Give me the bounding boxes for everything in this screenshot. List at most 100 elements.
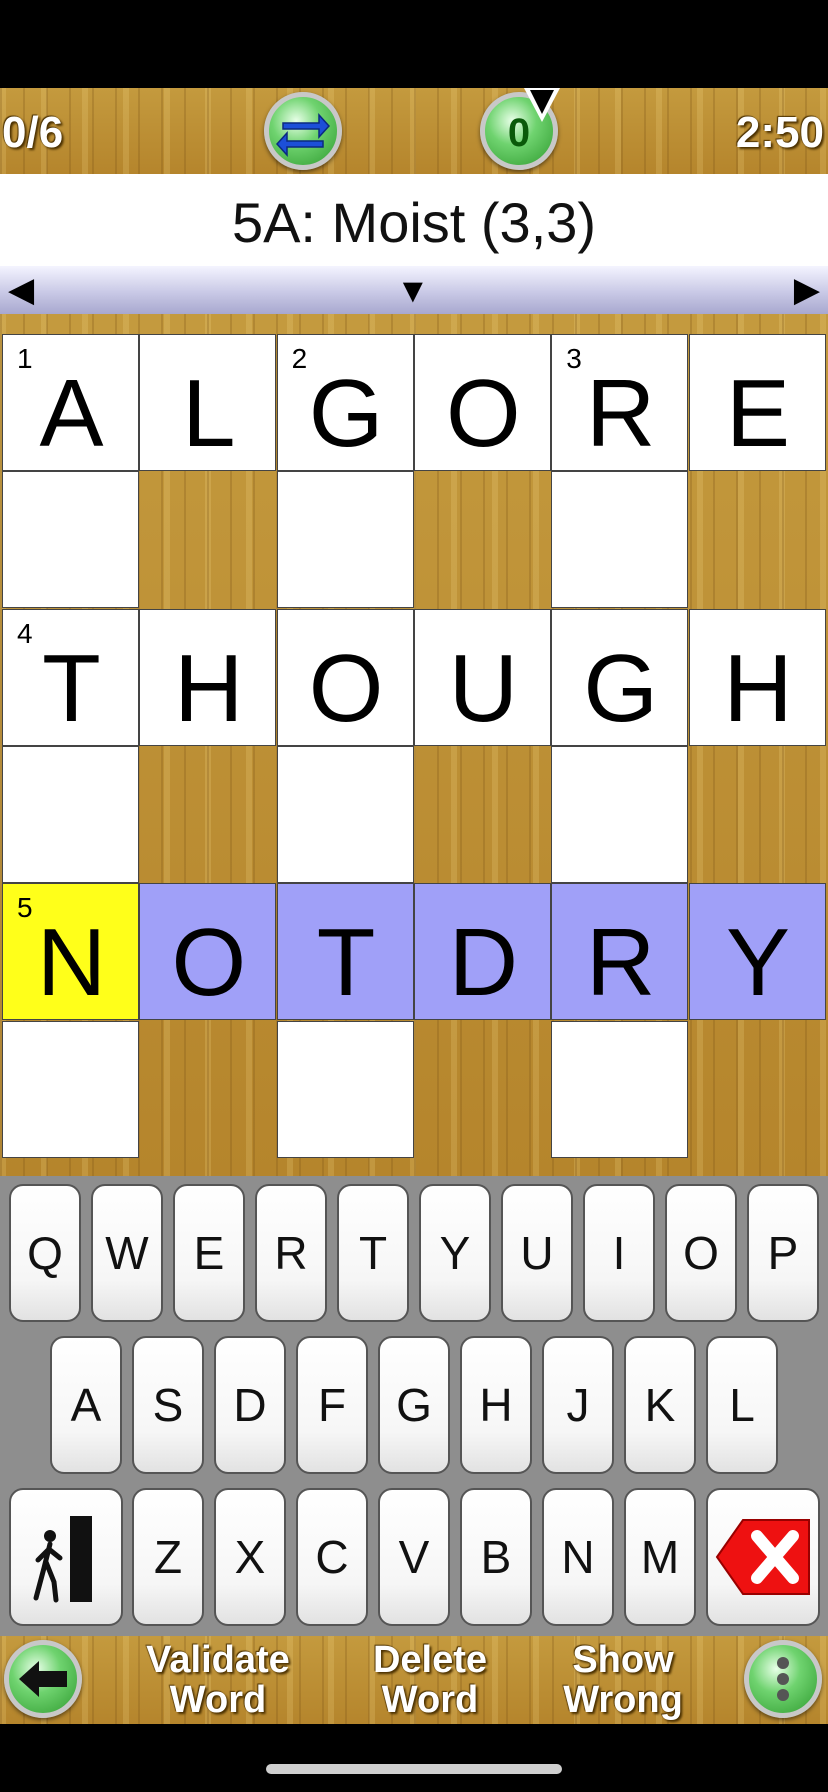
key-g[interactable]: G [378, 1336, 450, 1474]
key-l[interactable]: L [706, 1336, 778, 1474]
key-w[interactable]: W [91, 1184, 163, 1322]
previous-clue-icon[interactable]: ◀ [8, 273, 34, 307]
cell-letter: Y [725, 909, 791, 1017]
key-s[interactable]: S [132, 1336, 204, 1474]
next-clue-icon[interactable]: ▶ [794, 273, 820, 307]
key-h[interactable]: H [460, 1336, 532, 1474]
cell-letter: H [174, 634, 244, 742]
crossword-board: 1AL2GO3RE4THOUGH5NOTDRY [0, 314, 828, 1176]
grid-cell[interactable]: O [139, 883, 277, 1021]
grid-cell[interactable]: O [413, 334, 551, 471]
score-counter: 0/6 [2, 108, 64, 157]
grid-cell[interactable] [2, 1020, 139, 1158]
cell-letter: T [42, 634, 101, 742]
cell-letter: H [723, 634, 793, 742]
exit-button[interactable] [9, 1488, 123, 1626]
hint-pointer-inner [530, 90, 554, 114]
timer: 2:50 [735, 108, 824, 157]
key-m[interactable]: M [624, 1488, 696, 1626]
key-r[interactable]: R [255, 1184, 327, 1322]
cell-letter: R [586, 909, 656, 1017]
menu-button[interactable] [744, 1640, 822, 1718]
show-wrong-line2: Wrong [563, 1679, 683, 1721]
clue-text: 5A: Moist (3,3) [231, 191, 597, 254]
key-k[interactable]: K [624, 1336, 696, 1474]
grid-cell[interactable] [276, 471, 414, 609]
grid-cell[interactable] [551, 745, 689, 883]
grid-cell[interactable]: E [688, 334, 826, 471]
cell-letter: L [182, 360, 236, 467]
grid-cell[interactable]: T [276, 883, 414, 1021]
key-z[interactable]: Z [132, 1488, 204, 1626]
grid-cell[interactable]: 1A [2, 334, 139, 471]
cell-letter: O [446, 360, 521, 467]
delete-x-icon [715, 1519, 810, 1595]
show-wrong-button[interactable]: Show Wrong [538, 1640, 708, 1720]
grid-cell[interactable]: R [551, 883, 689, 1021]
cell-letter: A [39, 360, 104, 467]
grid-cell[interactable] [276, 1020, 414, 1158]
grid-cell[interactable]: D [413, 883, 551, 1021]
delete-word-line1: Delete [372, 1639, 488, 1681]
key-c[interactable]: C [296, 1488, 368, 1626]
key-e[interactable]: E [173, 1184, 245, 1322]
grid-cell[interactable]: 3R [551, 334, 689, 471]
crossword-grid: 1AL2GO3RE4THOUGH5NOTDRY [2, 334, 826, 1158]
grid-cell[interactable]: U [413, 608, 551, 746]
grid-cell[interactable] [2, 471, 139, 609]
key-j[interactable]: J [542, 1336, 614, 1474]
cell-letter: T [316, 909, 376, 1017]
show-wrong-line1: Show [572, 1639, 674, 1681]
key-f[interactable]: F [296, 1336, 368, 1474]
grid-cell[interactable] [551, 471, 689, 609]
key-o[interactable]: O [665, 1184, 737, 1322]
keyboard: QWERTYUIOP ASDFGHJKL ZXCVBNM [0, 1176, 828, 1636]
validate-word-button[interactable]: Validate Word [128, 1640, 308, 1720]
menu-dots-icon [777, 1657, 789, 1701]
grid-cell[interactable]: 2G [276, 334, 414, 471]
back-arrow-icon [19, 1661, 67, 1697]
validate-word-line2: Word [169, 1679, 267, 1721]
home-indicator[interactable] [266, 1764, 562, 1774]
key-a[interactable]: A [50, 1336, 122, 1474]
grid-cell[interactable]: Y [688, 883, 826, 1021]
validate-word-line1: Validate [146, 1639, 290, 1681]
key-y[interactable]: Y [419, 1184, 491, 1322]
grid-cell[interactable]: G [551, 608, 689, 746]
back-button[interactable] [4, 1640, 82, 1718]
grid-cell[interactable] [551, 1020, 689, 1158]
clue-bar: 5A: Moist (3,3) [0, 174, 828, 266]
grid-cell[interactable]: 4T [2, 608, 139, 746]
cell-letter: O [308, 634, 384, 742]
grid-cell[interactable]: H [139, 608, 277, 746]
delete-letter-button[interactable] [706, 1488, 820, 1626]
swap-arrows-icon [275, 113, 331, 157]
key-n[interactable]: N [542, 1488, 614, 1626]
cell-letter: U [448, 634, 519, 742]
key-v[interactable]: V [378, 1488, 450, 1626]
cell-letter: N [36, 909, 107, 1017]
clue-list-dropdown-icon[interactable]: ▼ [396, 274, 430, 308]
grid-cell[interactable] [276, 745, 414, 883]
key-d[interactable]: D [214, 1336, 286, 1474]
cell-letter: R [586, 360, 656, 467]
clue-navigation-bar: ◀ ▼ ▶ [0, 266, 828, 314]
cell-letter: G [308, 360, 384, 467]
key-i[interactable]: I [583, 1184, 655, 1322]
cell-letter: E [725, 360, 791, 467]
key-t[interactable]: T [337, 1184, 409, 1322]
grid-cell[interactable]: 5N [2, 883, 139, 1021]
key-p[interactable]: P [747, 1184, 819, 1322]
exit-door-icon [33, 1516, 92, 1603]
grid-cell[interactable]: O [276, 608, 414, 746]
grid-cell[interactable]: H [688, 608, 826, 746]
key-x[interactable]: X [214, 1488, 286, 1626]
delete-word-button[interactable]: Delete Word [340, 1640, 520, 1720]
grid-cell[interactable] [2, 745, 139, 883]
bottom-bar: Validate Word Delete Word Show Wrong [0, 1636, 828, 1724]
swap-direction-button[interactable] [264, 92, 342, 170]
key-b[interactable]: B [460, 1488, 532, 1626]
key-q[interactable]: Q [9, 1184, 81, 1322]
grid-cell[interactable]: L [139, 334, 277, 471]
key-u[interactable]: U [501, 1184, 573, 1322]
